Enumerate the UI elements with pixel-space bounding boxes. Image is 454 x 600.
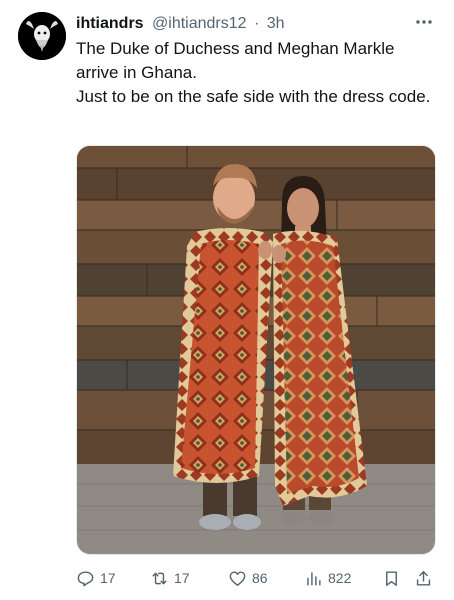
share-button[interactable] (414, 566, 433, 590)
like-button[interactable]: 86 (228, 566, 268, 590)
bookmark-button[interactable] (382, 566, 401, 590)
views-icon (307, 571, 321, 586)
view-count: 822 (328, 570, 352, 586)
photo-image (77, 146, 435, 554)
tweet-text-line: The Duke of Duchess and Meghan Markle ar… (76, 39, 395, 82)
separator-dot: · (253, 15, 260, 32)
goat-avatar-icon (18, 12, 66, 60)
more-dots-icon[interactable] (412, 12, 436, 32)
tweet-text-line: Just to be on the safe side with the dre… (76, 87, 431, 106)
repost-button[interactable]: 17 (150, 566, 190, 590)
tweet-header: ihtiandrs @ihtiandrs12 · 3h (76, 13, 285, 35)
action-bar: 17 17 86 822 (76, 566, 438, 590)
display-name[interactable]: ihtiandrs (76, 15, 144, 32)
reply-count: 17 (100, 570, 116, 586)
views-button[interactable]: 822 (304, 566, 351, 590)
repost-count: 17 (174, 570, 190, 586)
tweet: ihtiandrs @ihtiandrs12 · 3h The Duke of … (0, 0, 454, 600)
like-count: 86 (252, 570, 268, 586)
author-avatar[interactable] (18, 12, 66, 60)
timestamp[interactable]: 3h (267, 15, 285, 32)
heart-icon (229, 570, 246, 586)
repost-icon (152, 572, 167, 584)
user-handle[interactable]: @ihtiandrs12 (152, 15, 247, 32)
bookmark-icon (386, 570, 397, 586)
share-icon (416, 570, 431, 586)
tweet-photo[interactable] (76, 145, 436, 555)
reply-button[interactable]: 17 (76, 566, 116, 590)
tweet-text: The Duke of Duchess and Meghan Markle ar… (76, 37, 436, 109)
reply-icon (77, 570, 94, 586)
